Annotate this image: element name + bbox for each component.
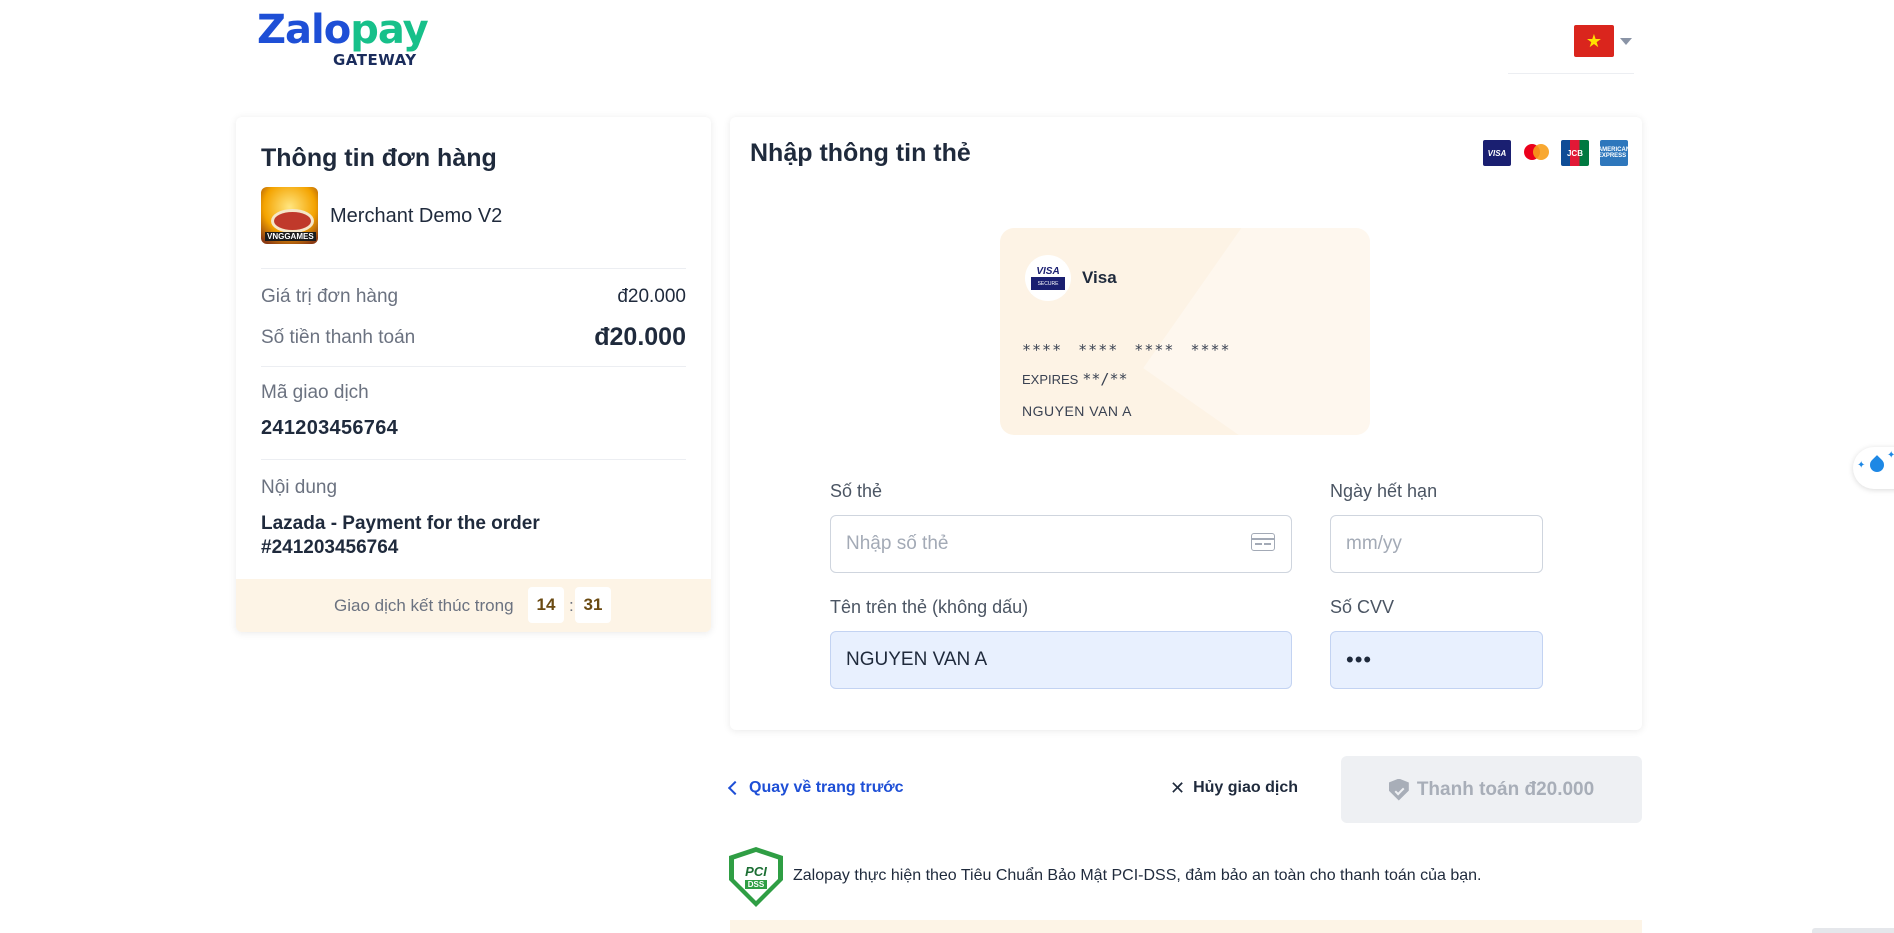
order-info-title: Thông tin đơn hàng	[261, 144, 497, 172]
merchant-logo: VNGGAMES	[261, 187, 318, 244]
card-preview: VISA SECURE Visa **** **** **** **** EXP…	[1000, 228, 1370, 435]
order-value-label: Giá trị đơn hàng	[261, 286, 399, 307]
zalopay-gateway-logo: Zalopay GATEWAY	[257, 7, 429, 70]
order-value: đ20.000	[617, 286, 686, 307]
back-link-label: Quay về trang trước	[749, 779, 904, 796]
card-number-label: Số thẻ	[830, 481, 883, 501]
sparkle-icon: ✦	[1887, 450, 1894, 461]
order-info-card: Thông tin đơn hàng VNGGAMES Merchant Dem…	[236, 117, 711, 632]
water-drop-icon	[1867, 455, 1887, 475]
content-label: Nội dung	[261, 477, 338, 498]
vietnam-flag-icon: ★	[1574, 25, 1614, 57]
countdown-label: Giao dịch kết thúc trong	[334, 596, 514, 615]
countdown-seconds: 31	[575, 587, 611, 623]
shield-check-icon	[1388, 778, 1409, 801]
transaction-id: 241203456764	[261, 417, 399, 439]
payment-amount-label: Số tiền thanh toán	[261, 327, 416, 348]
sparkle-icon: ✦	[1857, 460, 1866, 471]
card-brand-badge: VISA SECURE	[1025, 255, 1071, 301]
security-notice: Zalopay thực hiện theo Tiêu Chuẩn Bảo Mậ…	[793, 867, 1482, 884]
logo-word-zalo: Zalo	[257, 7, 351, 53]
cancel-transaction-label: Hủy giao dịch	[1193, 779, 1298, 796]
bottom-banner	[730, 920, 1642, 933]
visa-secure-brand: VISA	[1036, 266, 1060, 277]
chevron-down-icon	[1620, 38, 1632, 45]
pay-button-label: Thanh toán đ20.000	[1416, 778, 1595, 800]
header-divider	[1508, 73, 1634, 74]
divider	[261, 268, 686, 269]
close-icon: ✕	[1170, 778, 1186, 798]
divider	[261, 459, 686, 460]
card-number-input[interactable]	[830, 515, 1292, 573]
order-description: Lazada - Payment for the order #24120345…	[261, 513, 540, 558]
accepted-card-brands: VISA JCB AMERICAN EXPRESS	[1483, 140, 1630, 166]
card-holder-preview: NGUYEN VAN A	[1022, 403, 1132, 419]
expires-label: EXPIRES	[1022, 372, 1079, 387]
cancel-transaction-button[interactable]: ✕ Hủy giao dịch	[1170, 779, 1298, 797]
back-link[interactable]: Quay về trang trước	[727, 779, 904, 797]
card-preview-shine	[1143, 228, 1370, 435]
expires-mask: **/**	[1082, 370, 1128, 388]
mastercard-logo-icon	[1522, 140, 1550, 166]
pci-dss-badge-icon: PCI DSS	[729, 847, 783, 907]
visa-secure-icon: VISA SECURE	[1031, 262, 1065, 294]
cvv-label: Số CVV	[1330, 597, 1395, 617]
jcb-logo-icon: JCB	[1561, 140, 1589, 166]
scroll-indicator	[1812, 928, 1894, 933]
card-expiry-preview: EXPIRES **/**	[1022, 370, 1128, 388]
pci-badge-text: PCI	[745, 864, 767, 879]
chevron-left-icon	[727, 780, 743, 796]
cvv-input[interactable]	[1330, 631, 1543, 689]
card-entry-panel: Nhập thông tin thẻ VISA JCB AMERICAN EXP…	[730, 117, 1642, 730]
countdown-separator: :	[569, 596, 574, 615]
dss-badge-text: DSS	[744, 880, 768, 889]
payment-amount: đ20.000	[594, 323, 686, 351]
visa-secure-sub: SECURE	[1031, 277, 1065, 290]
pay-button[interactable]: Thanh toán đ20.000	[1341, 756, 1642, 823]
card-holder-label: Tên trên thẻ (không dấu)	[830, 597, 1029, 617]
countdown-minutes: 14	[528, 587, 564, 623]
merchant-name: Merchant Demo V2	[330, 205, 503, 227]
card-form-title: Nhập thông tin thẻ	[750, 139, 971, 167]
logo-word-pay: pay	[350, 7, 428, 53]
visa-logo-icon: VISA	[1483, 140, 1511, 166]
expiry-label: Ngày hết hạn	[1330, 481, 1438, 501]
card-number-mask: **** **** **** ****	[1022, 341, 1231, 359]
floating-assistant-button[interactable]: ✦ ✦	[1853, 447, 1894, 489]
card-brand-name: Visa	[1082, 268, 1117, 287]
logo-subtitle: GATEWAY	[333, 51, 417, 69]
transaction-id-label: Mã giao dịch	[261, 382, 369, 403]
merchant-logo-dish	[271, 209, 314, 233]
card-holder-input[interactable]	[830, 631, 1292, 689]
flag-star: ★	[1585, 30, 1603, 51]
language-selector[interactable]: ★	[1574, 25, 1632, 59]
merchant-logo-text: VNGGAMES	[265, 232, 316, 241]
countdown-bar: Giao dịch kết thúc trong 14 : 31	[236, 579, 711, 632]
divider	[261, 366, 686, 367]
expiry-input[interactable]	[1330, 515, 1543, 573]
amex-logo-icon: AMERICAN EXPRESS	[1598, 140, 1630, 166]
credit-card-icon	[1251, 533, 1275, 551]
